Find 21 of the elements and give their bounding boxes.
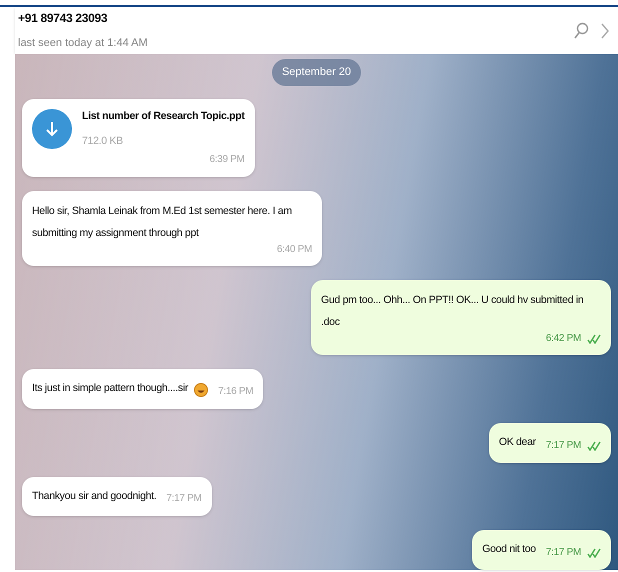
download-icon[interactable] <box>32 109 72 150</box>
message-time: 7:17 PM <box>546 438 581 452</box>
message-time: 7:16 PM <box>218 384 254 399</box>
message-time: 7:17 PM <box>546 546 581 560</box>
message-time: 6:39 PM <box>209 153 245 167</box>
chevron-right-icon[interactable] <box>601 22 609 38</box>
file-name: List number of Research Topic.ppt <box>82 108 245 124</box>
search-icon[interactable] <box>573 22 589 40</box>
message-text: Good nit too <box>482 542 536 558</box>
message-time: 6:40 PM <box>276 243 312 257</box>
message-text: OK dear <box>498 434 536 450</box>
message-text: Thankyou sir and goodnight. <box>32 488 156 504</box>
message-text: Gud pm too... Ohh... On PPT!! OK... U could hv submitted in .doc <box>321 293 584 330</box>
message-text: Its just in simple pattern though....sir <box>32 381 188 396</box>
contact-name: +91 89743 23093 <box>18 10 108 28</box>
message-time: 7:17 PM <box>166 492 202 506</box>
last-seen-text: last seen today at 1:44 AM <box>18 36 148 52</box>
message-time: 6:42 PM <box>546 332 581 346</box>
message-text: Hello sir, Shamla Leinak from M.Ed 1st semester here. I am submitting my assignment through ppt <box>32 204 293 241</box>
file-size: 712.0 KB <box>82 134 123 150</box>
date-label: September 20 <box>272 59 362 86</box>
